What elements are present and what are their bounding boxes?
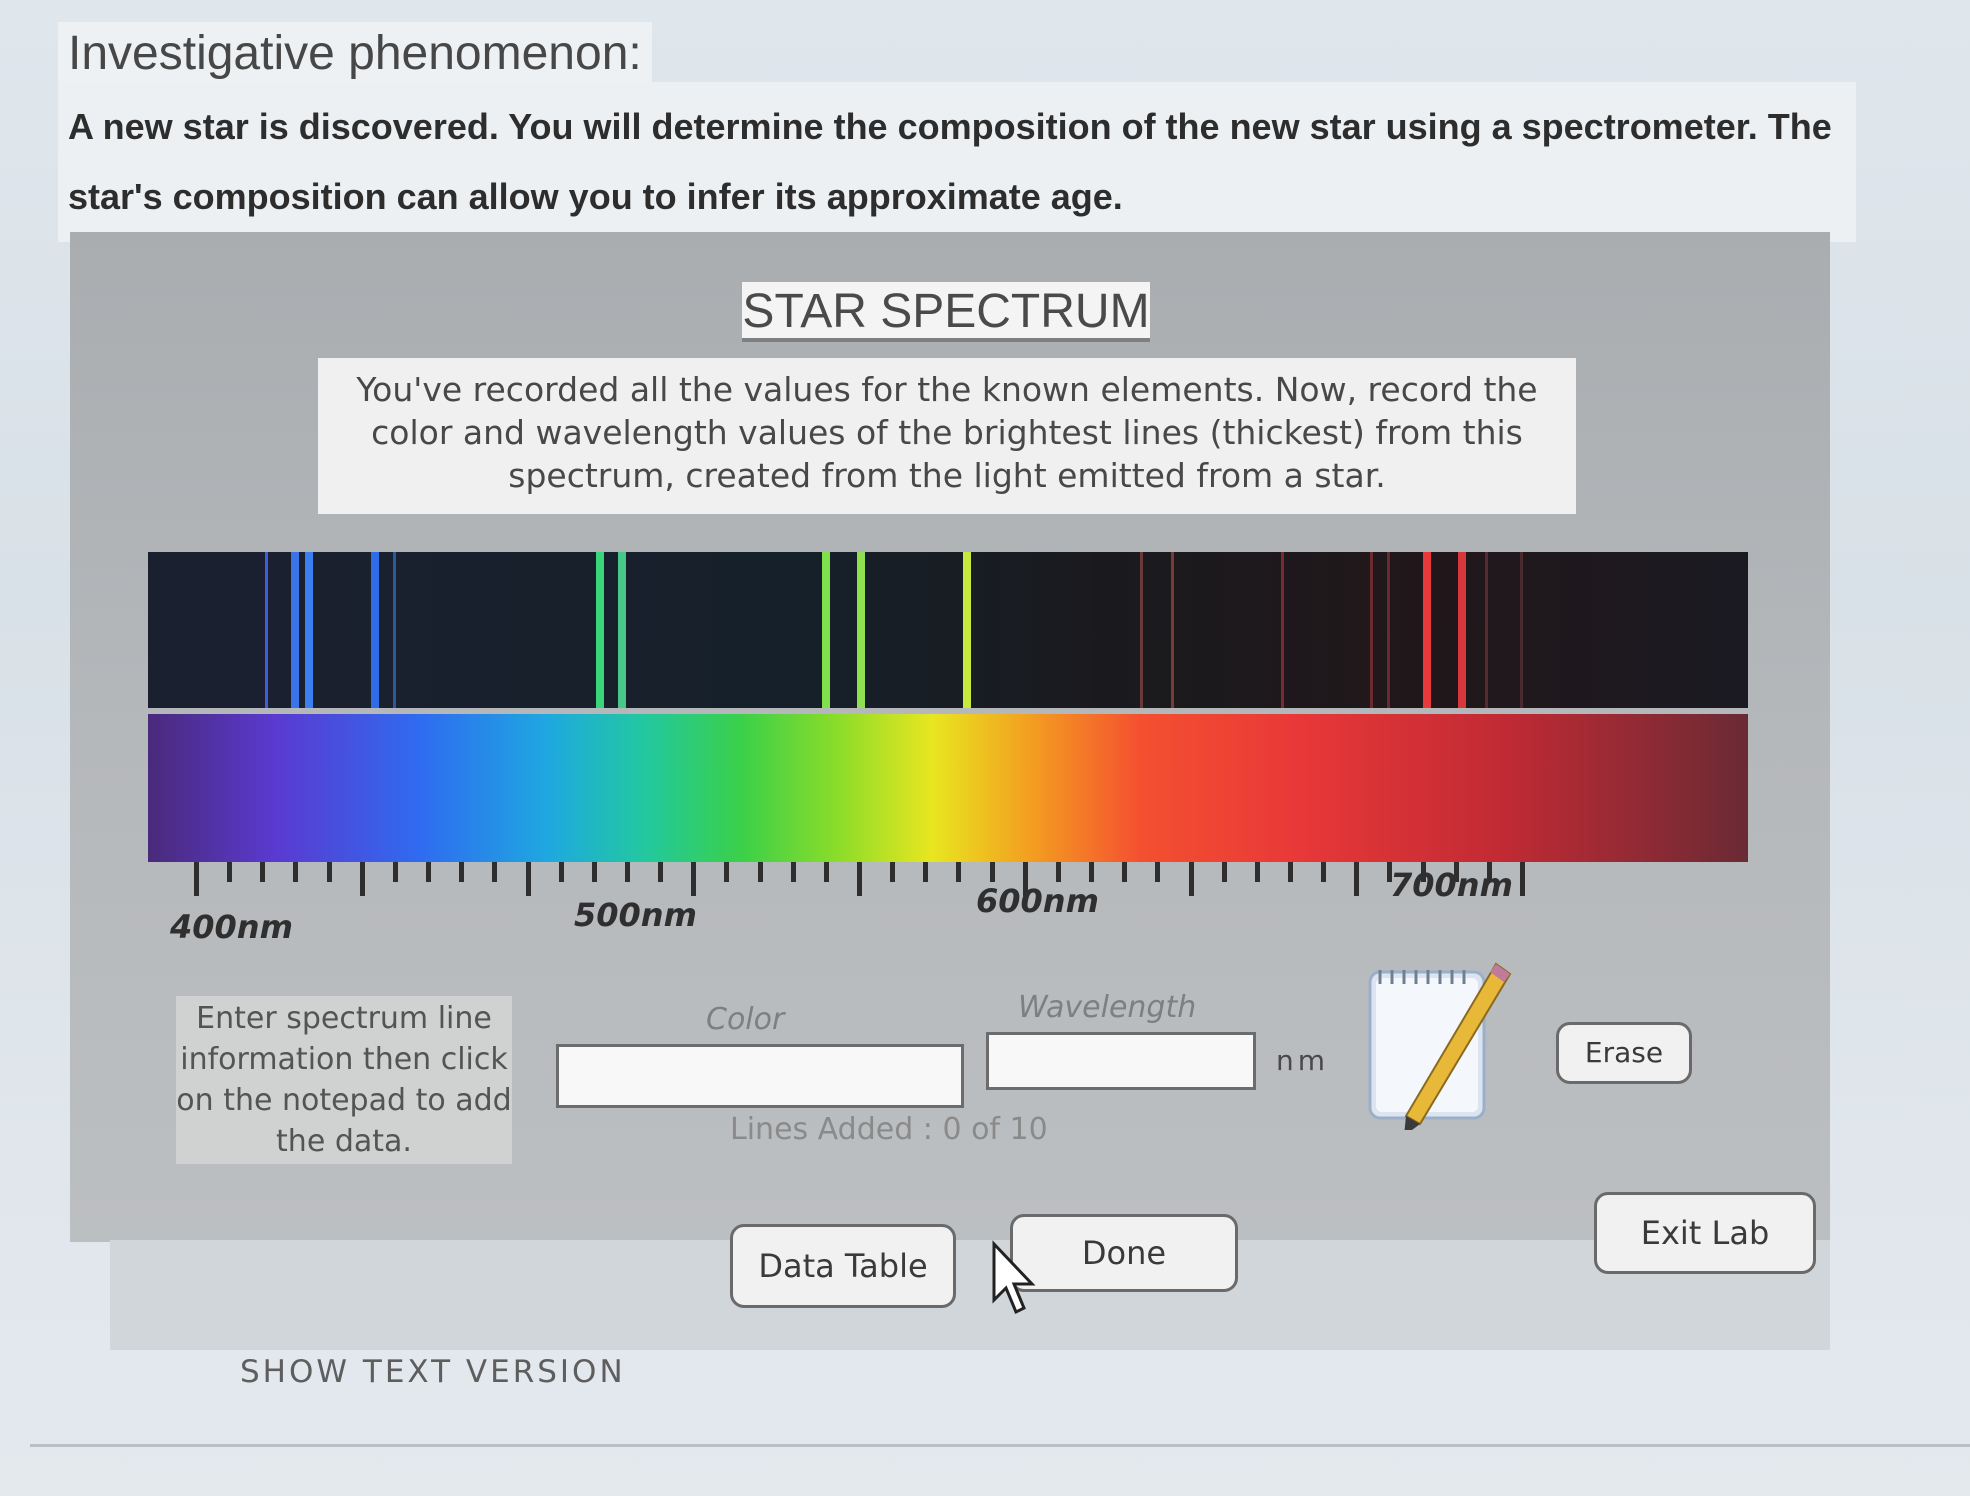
emission-line [1170, 552, 1174, 708]
emission-line [1484, 552, 1488, 708]
notepad-icon [1368, 962, 1512, 1136]
ruler-tick [1221, 862, 1227, 882]
data-table-button[interactable]: Data Table [730, 1224, 956, 1308]
color-label: Color [706, 1002, 785, 1037]
notepad-button[interactable] [1366, 960, 1516, 1136]
axis-label-600: 600nm [976, 882, 1099, 920]
emission-line [264, 552, 268, 708]
color-input[interactable] [556, 1044, 964, 1108]
lab-panel-footer [110, 1240, 1830, 1350]
ruler-tick [757, 862, 763, 882]
emission-line [596, 552, 605, 708]
bottom-divider [30, 1444, 1970, 1447]
enter-instructions: Enter spectrum line information then cli… [176, 996, 512, 1164]
intro-text: A new star is discovered. You will deter… [58, 82, 1856, 242]
ruler-tick [459, 862, 465, 882]
emission-line [1281, 552, 1285, 708]
ruler-tick [790, 862, 796, 882]
star-emission-spectrum [148, 552, 1748, 708]
ruler-tick [1122, 862, 1128, 882]
lines-added-counter: Lines Added : 0 of 10 [730, 1112, 1048, 1147]
ruler-tick [591, 862, 597, 882]
ruler-tick [426, 862, 432, 882]
emission-line [1422, 552, 1431, 708]
ruler-tick [658, 862, 664, 882]
ruler-tick [1254, 862, 1260, 882]
ruler-tick [691, 862, 697, 896]
ruler-tick [392, 862, 398, 882]
page-heading: Investigative phenomenon: [58, 22, 652, 85]
ruler-tick [724, 862, 730, 882]
lab-instructions: You've recorded all the values for the k… [318, 358, 1576, 514]
ruler-tick [624, 862, 630, 882]
ruler-tick [823, 862, 829, 882]
ruler-tick [1155, 862, 1161, 882]
ruler-tick [857, 862, 862, 896]
done-button[interactable]: Done [1010, 1214, 1238, 1292]
ruler-tick [989, 862, 995, 882]
emission-line [1369, 552, 1373, 708]
emission-line [1139, 552, 1143, 708]
ruler-tick [525, 862, 531, 896]
ruler-tick [558, 862, 564, 882]
ruler-tick [293, 862, 299, 882]
ruler-tick [1321, 862, 1327, 882]
ruler-tick [492, 862, 498, 882]
axis-label-700: 700nm [1390, 866, 1513, 904]
emission-line [392, 552, 396, 708]
emission-line [1387, 552, 1391, 708]
mouse-cursor-icon [992, 1240, 1036, 1315]
axis-label-400: 400nm [170, 908, 293, 946]
emission-line [370, 552, 379, 708]
emission-line [1458, 552, 1467, 708]
emission-line [857, 552, 865, 708]
wavelength-input[interactable] [986, 1032, 1256, 1090]
lab-title: STAR SPECTRUM [742, 282, 1150, 342]
erase-button[interactable]: Erase [1556, 1022, 1692, 1084]
axis-label-500: 500nm [574, 896, 697, 934]
ruler-tick [1055, 862, 1061, 882]
wavelength-unit: nm [1276, 1044, 1330, 1077]
exit-lab-button[interactable]: Exit Lab [1594, 1192, 1816, 1274]
ruler-tick [227, 862, 233, 882]
emission-line [618, 552, 627, 708]
emission-line [821, 552, 830, 708]
ruler-tick [260, 862, 266, 882]
ruler-tick [956, 862, 962, 882]
emission-line [1520, 552, 1523, 708]
ruler-tick [1188, 862, 1194, 896]
ruler-tick [194, 862, 199, 896]
continuous-spectrum [148, 714, 1748, 862]
ruler-tick [1287, 862, 1293, 882]
ruler-tick [1354, 862, 1360, 896]
ruler-tick [326, 862, 332, 882]
ruler-tick [1520, 862, 1525, 896]
emission-line [304, 552, 313, 708]
ruler-tick [359, 862, 365, 896]
ruler-tick [890, 862, 896, 882]
ruler-tick [923, 862, 929, 882]
emission-line [963, 552, 972, 708]
show-text-version-link[interactable]: SHOW TEXT VERSION [240, 1354, 626, 1390]
emission-line [291, 552, 300, 708]
wavelength-label: Wavelength [1018, 990, 1197, 1025]
ruler-tick [1089, 862, 1095, 882]
